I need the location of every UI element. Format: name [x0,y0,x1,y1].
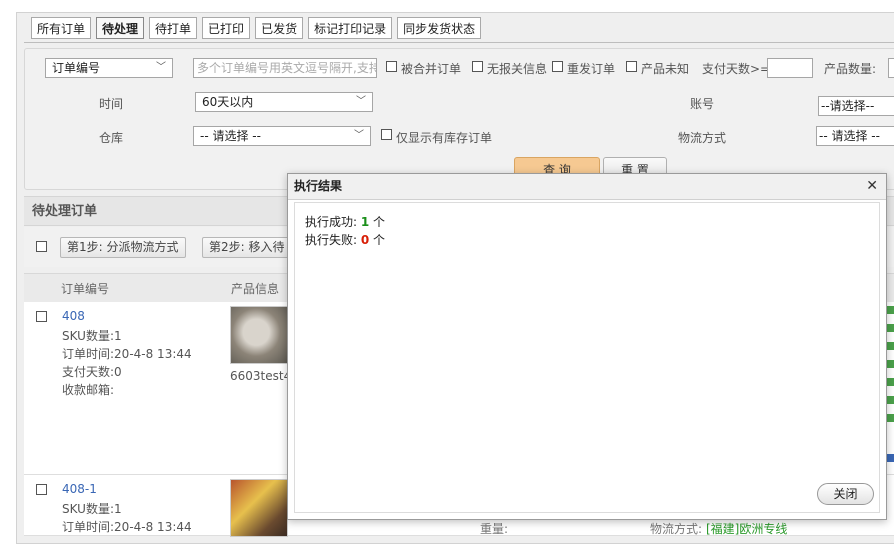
time-select-value: 60天以内 [202,95,254,109]
warehouse-select[interactable]: -- 请选择 -- ﹀ [193,126,371,146]
close-button[interactable]: 关闭 [817,483,874,505]
shipping-method-select-value: -- 请选择 -- [819,129,880,143]
col-order-number: 订单编号 [61,282,110,296]
dialog-header: 执行结果 ✕ [288,174,886,200]
pay-days-label: 支付天数>= [702,62,771,76]
tab-pending[interactable]: 待处理 [96,17,145,39]
search-field-select-value: 订单编号 [52,61,101,75]
tab-print-log[interactable]: 标记打印记录 [308,17,393,39]
success-label: 执行成功: [305,215,361,229]
tab-sync-status[interactable]: 同步发货状态 [397,17,482,39]
fail-count: 0 [360,233,370,247]
warehouse-label: 仓库 [99,131,124,145]
product-thumbnail-koala[interactable] [230,306,288,364]
order-id-link[interactable]: 408-1 [62,482,97,496]
dialog-footer: 关闭 [294,478,880,513]
order-number-input[interactable]: 多个订单编号用英文逗号隔开,支持 [193,58,377,78]
reship-checkbox[interactable] [552,61,563,72]
close-icon[interactable]: ✕ [866,174,878,199]
merged-order-checkbox[interactable] [386,61,397,72]
sku-count: SKU数量:1 [62,329,122,343]
merged-order-label: 被合并订单 [401,62,462,76]
no-customs-label: 无报关信息 [487,62,548,76]
quantity-input[interactable] [888,58,894,78]
product-thumbnail-sports[interactable] [230,479,288,537]
warehouse-select-value: -- 请选择 -- [200,129,261,143]
dialog-title: 执行结果 [294,179,343,193]
pay-days-input[interactable] [767,58,813,78]
tab-divider [24,42,894,43]
right-edge-fragments [886,306,894,466]
receive-email: 收款邮箱: [62,383,115,397]
shipping-method-label: 物流方式 [678,131,727,145]
order-id-link[interactable]: 408 [62,309,85,323]
unknown-product-checkbox[interactable] [626,61,637,72]
account-select-value: --请选择-- [821,99,875,113]
result-dialog: 执行结果 ✕ 执行成功: 1 个 执行失败: 0 个 关闭 [287,173,887,520]
tab-bar: 所有订单 待处理 待打单 已打印 已发货 标记打印记录 同步发货状态 [31,17,486,42]
fail-unit: 个 [369,233,386,247]
stock-only-checkbox[interactable] [381,129,392,140]
time-label: 时间 [99,97,124,111]
order-time: 订单时间:20-4-8 13:44 [62,520,192,534]
product-name: 6603test4 [230,369,292,383]
fail-line: 执行失败: 0 个 [305,231,385,248]
sku-count: SKU数量:1 [62,502,122,516]
unknown-product-label: 产品未知 [641,62,690,76]
tab-shipped[interactable]: 已发货 [255,17,304,39]
order-time: 订单时间:20-4-8 13:44 [62,347,192,361]
tab-to-print[interactable]: 待打单 [149,17,198,39]
quantity-label: 产品数量: [824,62,877,76]
stock-only-label: 仅显示有库存订单 [396,131,493,145]
row-checkbox[interactable] [36,484,47,495]
account-select[interactable]: --请选择-- [818,96,894,116]
select-all-checkbox[interactable] [36,241,47,252]
account-label: 账号 [690,97,715,111]
dialog-body: 执行成功: 1 个 执行失败: 0 个 [294,202,880,480]
reship-label: 重发订单 [567,62,616,76]
success-line: 执行成功: 1 个 [305,213,385,230]
col-product-info: 产品信息 [231,282,280,296]
chevron-down-icon: ﹀ [156,62,166,73]
step2-move-button[interactable]: 第2步: 移入待 [202,237,292,258]
search-field-select[interactable]: 订单编号 ﹀ [45,58,173,78]
success-unit: 个 [369,215,386,229]
fail-label: 执行失败: [305,233,361,247]
time-select[interactable]: 60天以内 ﹀ [195,92,373,112]
tab-printed[interactable]: 已打印 [202,17,251,39]
success-count: 1 [360,215,370,229]
no-customs-checkbox[interactable] [472,61,483,72]
chevron-down-icon: ﹀ [356,96,366,107]
tab-all-orders[interactable]: 所有订单 [31,17,92,39]
pay-days: 支付天数:0 [62,365,122,379]
shipping-method-select[interactable]: -- 请选择 -- [816,126,894,146]
step1-assign-shipping-button[interactable]: 第1步: 分派物流方式 [60,237,186,258]
chevron-down-icon: ﹀ [354,130,364,141]
row-checkbox[interactable] [36,311,47,322]
